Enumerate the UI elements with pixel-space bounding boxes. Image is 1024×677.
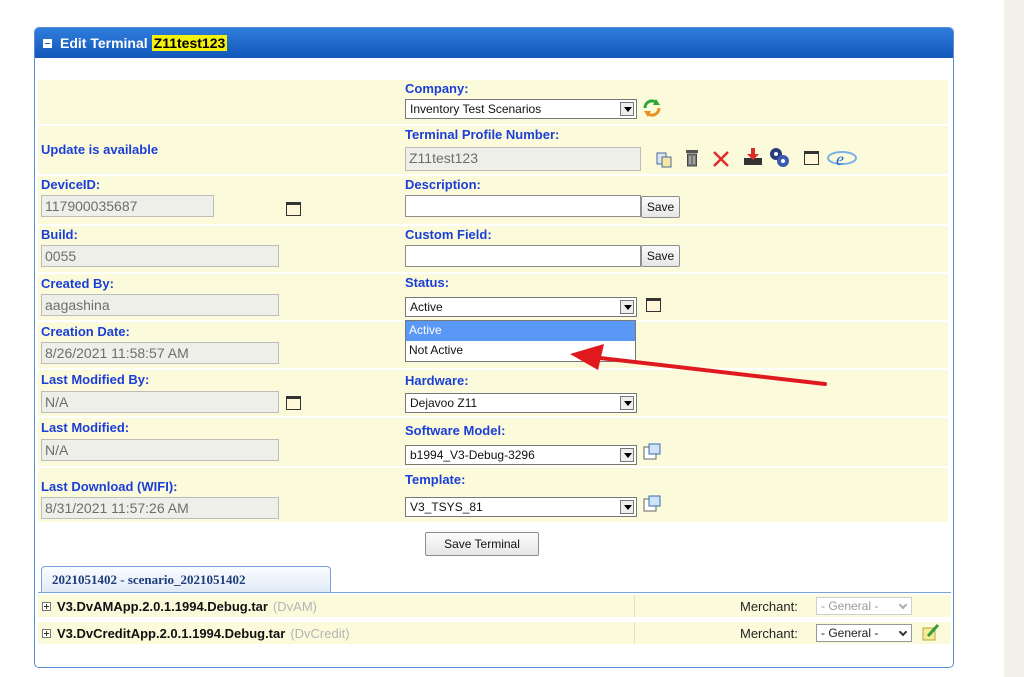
last-modified-field[interactable]: N/A [41,439,279,461]
calendar-icon[interactable] [286,396,301,410]
expand-icon[interactable] [42,601,51,611]
ie-icon[interactable]: e [826,146,858,170]
dropdown-arrow-icon [620,500,634,514]
description-label: Description: [405,177,481,192]
app-row: V3.DvCreditApp.2.0.1.1994.Debug.tar (DvC… [38,622,951,644]
merchant-label: Merchant: [740,625,798,641]
status-label: Status: [405,275,450,290]
gear-icon[interactable] [768,146,790,168]
delete-x-icon[interactable] [711,149,731,169]
creation-date-label: Creation Date: [41,324,130,339]
page-side-strip [1004,0,1024,677]
svg-text:e: e [836,149,844,169]
status-select-value: Active [410,300,443,314]
template-label: Template: [405,472,466,487]
last-modified-label: Last Modified: [41,420,130,435]
tab-scenario[interactable]: 2021051402 - scenario_2021051402 [41,566,331,593]
dropdown-arrow-icon [620,448,634,462]
dropdown-arrow-icon [620,300,634,314]
app-name: V3.DvAMApp.2.0.1.1994.Debug.tar [57,598,268,614]
merchant-select[interactable]: - General - [816,624,912,642]
custom-field-save-button[interactable]: Save [641,245,680,267]
refresh-icon[interactable] [641,97,663,119]
app-row: V3.DvAMApp.2.0.1.1994.Debug.tar (DvAM) M… [38,595,951,617]
profile-number-label: Terminal Profile Number: [405,127,560,142]
creation-date-field[interactable]: 8/26/2021 11:58:57 AM [41,342,279,364]
custom-field-label: Custom Field: [405,227,492,242]
software-model-select[interactable]: b1994_V3-Debug-3296 [405,445,637,465]
annotation-arrow [570,344,827,386]
created-by-label: Created By: [41,276,114,291]
last-modified-by-label: Last Modified By: [41,372,150,387]
last-modified-by-field[interactable]: N/A [41,391,279,413]
popup-icon[interactable] [642,442,662,462]
calendar-icon[interactable] [646,298,661,312]
chevron-down-icon [898,600,908,610]
app-short-name: (DvCredit) [290,625,350,641]
divider [634,622,635,644]
device-id-label: DeviceID: [41,177,101,192]
merchant-label: Merchant: [740,598,798,614]
app-short-name: (DvAM) [272,598,318,614]
update-available-notice: Update is available [41,142,159,157]
dropdown-arrow-icon [620,102,634,116]
divider [634,595,635,617]
last-download-field[interactable]: 8/31/2021 11:57:26 AM [41,497,279,519]
tab-divider [38,592,951,593]
dropdown-arrow-icon [620,396,634,410]
copy-icon[interactable] [655,151,673,169]
software-model-select-value: b1994_V3-Debug-3296 [410,448,535,462]
calendar-icon[interactable] [804,151,819,165]
app-name: V3.DvCreditApp.2.0.1.1994.Debug.tar [57,625,286,641]
profile-number-field[interactable]: Z11test123 [405,147,641,171]
description-save-button[interactable]: Save [641,196,680,218]
company-select[interactable]: Inventory Test Scenarios [405,99,637,119]
collapse-icon[interactable] [43,38,52,48]
device-id-field[interactable]: 117900035687 [41,195,214,217]
terminal-id-highlight: Z11test123 [151,35,228,51]
template-select[interactable]: V3_TSYS_81 [405,497,637,517]
calendar-icon[interactable] [286,202,301,216]
build-field[interactable]: 0055 [41,245,279,267]
software-model-label: Software Model: [405,423,506,438]
build-label: Build: [41,227,78,242]
description-input[interactable] [405,195,641,217]
popup-icon[interactable] [642,494,662,514]
hardware-select[interactable]: Dejavoo Z11 [405,393,637,413]
trash-icon[interactable] [685,148,699,168]
edit-icon[interactable] [920,622,940,642]
expand-icon[interactable] [42,628,51,638]
merchant-select-value: - General - [821,599,879,613]
merchant-select[interactable]: - General - [816,597,912,615]
hardware-label: Hardware: [405,373,469,388]
panel-title: Edit Terminal [60,35,148,51]
hardware-select-value: Dejavoo Z11 [410,396,478,410]
created-by-field[interactable]: aagashina [41,294,279,316]
company-select-value: Inventory Test Scenarios [410,102,542,116]
company-label: Company: [405,81,469,96]
panel-header: Edit Terminal Z11test123 [35,28,953,58]
merchant-select-value: - General - [821,626,879,640]
template-select-value: V3_TSYS_81 [410,500,483,514]
last-download-label: Last Download (WIFI): [41,479,178,494]
save-terminal-button[interactable]: Save Terminal [425,532,539,556]
custom-field-input[interactable] [405,245,641,267]
chevron-down-icon [898,627,908,637]
download-icon[interactable] [742,146,764,168]
status-select[interactable]: Active [405,297,637,317]
